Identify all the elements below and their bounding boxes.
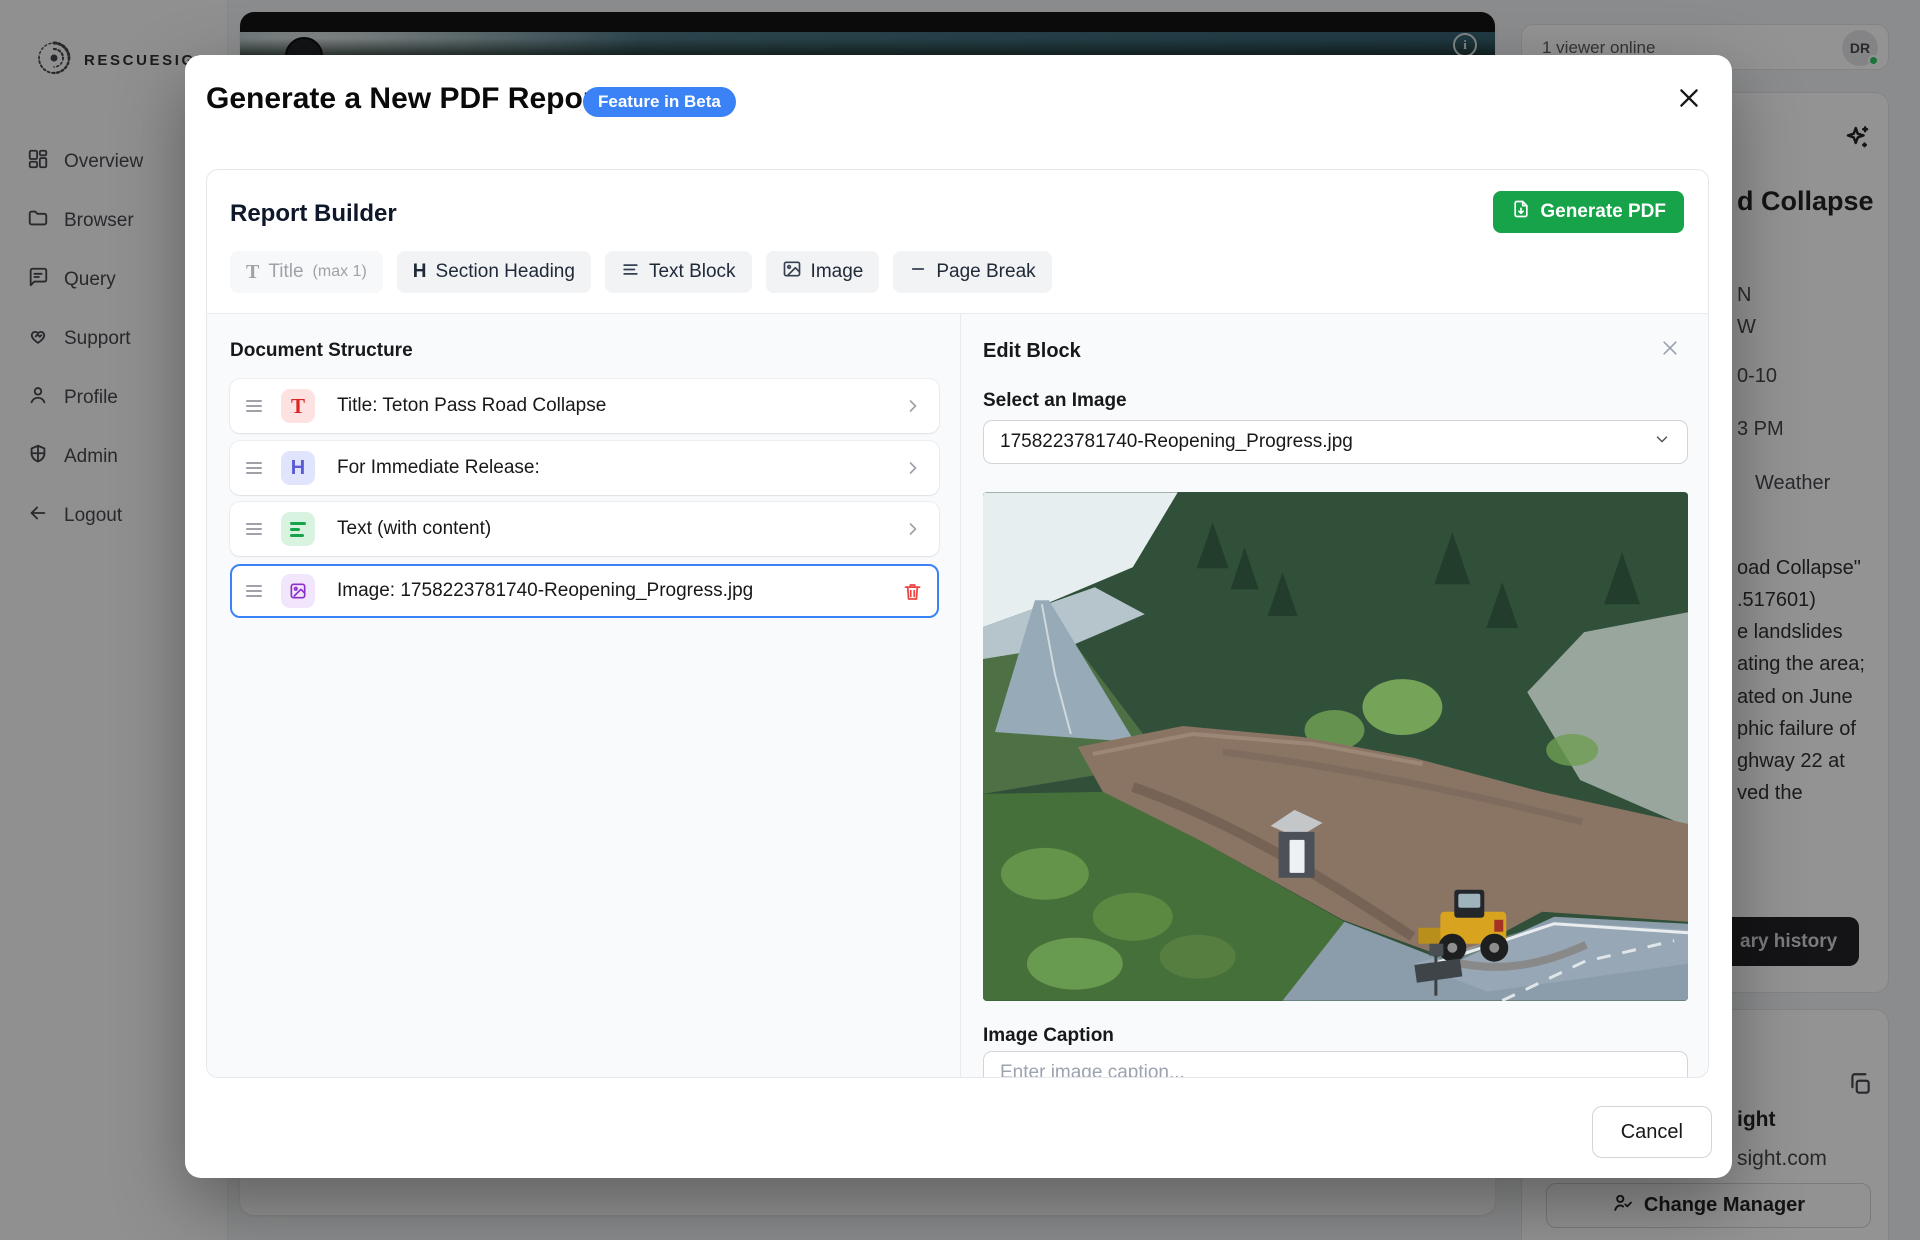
add-section-heading-label: Section Heading xyxy=(436,261,575,283)
drag-handle-icon[interactable] xyxy=(246,400,262,412)
close-icon xyxy=(1676,85,1702,111)
structure-item-label: Text (with content) xyxy=(337,518,491,540)
image-select[interactable]: 1758223781740-Reopening_Progress.jpg xyxy=(983,420,1688,464)
file-download-icon xyxy=(1511,199,1531,225)
add-text-block-button[interactable]: Text Block xyxy=(605,251,752,293)
edit-block-heading: Edit Block xyxy=(983,340,1081,363)
generate-report-modal: Generate a New PDF Report Feature in Bet… xyxy=(185,55,1732,1178)
image-select-value: 1758223781740-Reopening_Progress.jpg xyxy=(1000,431,1353,453)
screen: RESCUESIGHT Overview Browser Query Suppo… xyxy=(0,0,1920,1240)
title-block-icon: T xyxy=(246,261,259,284)
modal-title: Generate a New PDF Report xyxy=(206,82,604,116)
report-builder-card: Report Builder Generate PDF T Title (max… xyxy=(206,169,1709,1078)
builder-columns: Document Structure T Title: Teton Pass R… xyxy=(207,314,1708,1077)
drag-handle-icon[interactable] xyxy=(246,462,262,474)
road-collapse-photo xyxy=(983,492,1688,1001)
builder-heading: Report Builder xyxy=(230,200,397,228)
add-image-label: Image xyxy=(811,261,864,283)
structure-item-label: Image: 1758223781740-Reopening_Progress.… xyxy=(337,580,753,602)
image-preview xyxy=(983,492,1688,1001)
image-caption-label: Image Caption xyxy=(983,1025,1114,1047)
caption-input[interactable] xyxy=(983,1051,1688,1077)
text-lines-icon xyxy=(621,260,640,285)
structure-item-title[interactable]: T Title: Teton Pass Road Collapse xyxy=(230,379,939,433)
chevron-down-icon xyxy=(1653,430,1671,454)
minus-icon xyxy=(909,260,927,284)
add-page-break-button[interactable]: Page Break xyxy=(893,251,1051,293)
chevron-right-icon[interactable] xyxy=(903,458,923,478)
block-toolbar: T Title (max 1) H Section Heading Text B… xyxy=(230,251,1052,293)
edit-block-panel: Edit Block Select an Image 1758223781740… xyxy=(961,314,1708,1077)
add-title-suffix: (max 1) xyxy=(313,263,367,281)
add-section-heading-button[interactable]: H Section Heading xyxy=(397,251,591,293)
select-image-label: Select an Image xyxy=(983,390,1127,412)
cancel-button[interactable]: Cancel xyxy=(1592,1106,1712,1158)
add-title-button[interactable]: T Title (max 1) xyxy=(230,251,383,293)
document-structure-panel: Document Structure T Title: Teton Pass R… xyxy=(207,314,961,1077)
structure-item-image[interactable]: Image: 1758223781740-Reopening_Progress.… xyxy=(230,564,939,618)
title-chip-icon: T xyxy=(281,389,315,423)
chevron-right-icon[interactable] xyxy=(903,519,923,539)
beta-badge: Feature in Beta xyxy=(583,87,736,117)
trash-icon[interactable] xyxy=(902,581,923,602)
modal-close-button[interactable] xyxy=(1672,81,1706,115)
add-title-label: Title xyxy=(268,261,303,283)
close-icon xyxy=(1660,338,1680,358)
add-page-break-label: Page Break xyxy=(936,261,1035,283)
add-text-block-label: Text Block xyxy=(649,261,736,283)
add-image-button[interactable]: Image xyxy=(766,251,880,293)
document-structure-heading: Document Structure xyxy=(230,340,413,362)
structure-item-label: Title: Teton Pass Road Collapse xyxy=(337,395,606,417)
structure-item-heading[interactable]: H For Immediate Release: xyxy=(230,441,939,495)
heading-block-icon: H xyxy=(413,261,427,283)
drag-handle-icon[interactable] xyxy=(246,523,262,535)
text-chip-icon xyxy=(281,512,315,546)
image-chip-icon xyxy=(281,574,315,608)
heading-chip-icon: H xyxy=(281,451,315,485)
drag-handle-icon[interactable] xyxy=(246,585,262,597)
generate-pdf-label: Generate PDF xyxy=(1540,201,1666,223)
structure-item-text[interactable]: Text (with content) xyxy=(230,502,939,556)
generate-pdf-button[interactable]: Generate PDF xyxy=(1493,191,1684,233)
structure-item-label: For Immediate Release: xyxy=(337,457,540,479)
chevron-right-icon[interactable] xyxy=(903,396,923,416)
image-icon xyxy=(782,259,802,285)
edit-block-close-button[interactable] xyxy=(1660,338,1680,361)
